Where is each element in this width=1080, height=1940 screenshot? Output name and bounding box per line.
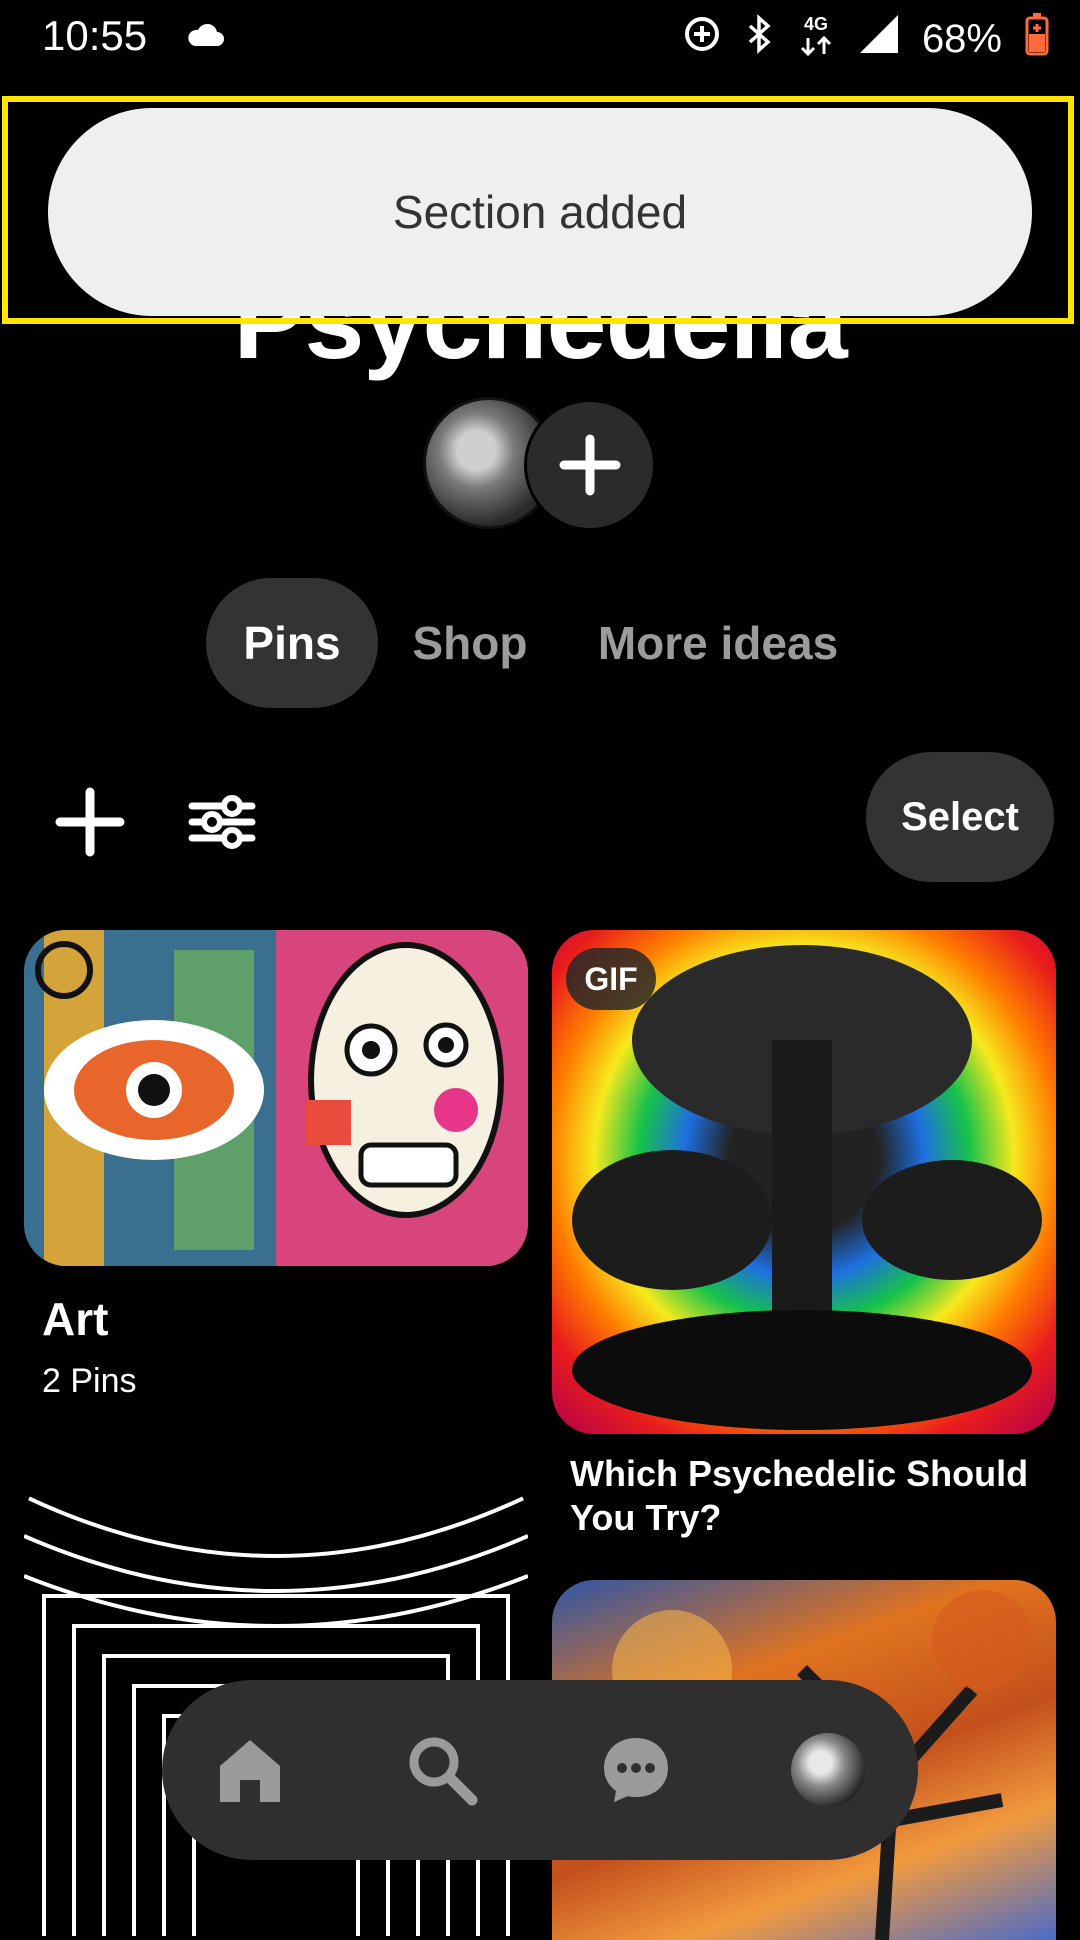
profile-avatar bbox=[791, 1733, 865, 1807]
nav-profile[interactable] bbox=[768, 1680, 888, 1860]
gif-badge: GIF bbox=[566, 948, 656, 1010]
art-image-right bbox=[276, 930, 528, 1266]
bluetooth-icon bbox=[744, 14, 774, 64]
plus-icon bbox=[559, 434, 621, 496]
toast: Section added bbox=[48, 108, 1032, 316]
search-icon bbox=[409, 1737, 478, 1806]
tab-shop[interactable]: Shop bbox=[400, 578, 540, 708]
section-title[interactable]: Art bbox=[42, 1292, 108, 1346]
nav-home[interactable] bbox=[190, 1680, 310, 1860]
data-saver-icon bbox=[682, 14, 722, 64]
select-button[interactable]: Select bbox=[866, 752, 1054, 882]
pin-title[interactable]: Which Psychedelic Should You Try? bbox=[570, 1452, 1040, 1540]
home-icon bbox=[220, 1740, 280, 1802]
section-art-cover[interactable] bbox=[24, 930, 528, 1266]
tab-more-ideas[interactable]: More ideas bbox=[580, 578, 856, 708]
add-button[interactable] bbox=[50, 782, 130, 862]
network-4g-icon: 4G bbox=[796, 12, 836, 66]
tab-pins[interactable]: Pins bbox=[206, 578, 378, 708]
signal-icon bbox=[858, 13, 900, 65]
messages-icon bbox=[604, 1738, 668, 1802]
filter-button[interactable] bbox=[186, 782, 258, 862]
add-collaborator-button[interactable] bbox=[524, 399, 656, 531]
battery-charging-icon bbox=[1024, 12, 1050, 66]
nav-search[interactable] bbox=[382, 1680, 502, 1860]
status-bar: 10:55 4G 68% bbox=[0, 0, 1080, 80]
plus-icon bbox=[55, 787, 125, 857]
board-tabs: Pins Shop More ideas bbox=[0, 578, 1080, 708]
status-time: 10:55 bbox=[42, 12, 148, 59]
svg-text:4G: 4G bbox=[804, 14, 828, 34]
cloud-icon bbox=[185, 22, 225, 53]
toast-message: Section added bbox=[392, 186, 688, 238]
pin-gif-card[interactable]: GIF bbox=[552, 930, 1056, 1434]
sliders-icon bbox=[188, 795, 256, 849]
bottom-nav bbox=[162, 1680, 918, 1860]
art-image-left bbox=[24, 930, 276, 1266]
nav-messages[interactable] bbox=[576, 1680, 696, 1860]
battery-percent: 68% bbox=[921, 16, 1002, 61]
section-pin-count: 2 Pins bbox=[42, 1362, 137, 1400]
